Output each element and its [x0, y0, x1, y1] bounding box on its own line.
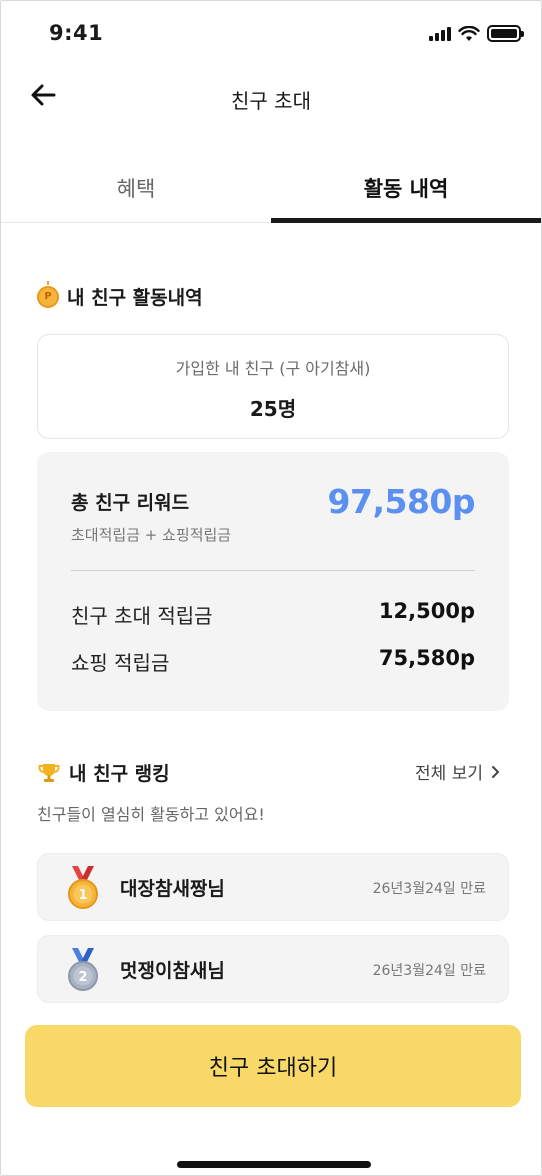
ranking-subtitle: 친구들이 열심히 활동하고 있어요!	[37, 805, 265, 824]
top-app-bar: 친구 초대	[1, 65, 541, 129]
home-indicator	[177, 1161, 371, 1168]
invite-reward-label: 친구 초대 적립금	[71, 604, 213, 628]
total-reward-value: 97,580p	[327, 482, 476, 521]
wifi-icon	[458, 25, 480, 41]
ranking-list-item[interactable]: 2 멋쟁이참새님 26년3월24일 만료	[37, 935, 509, 1003]
see-all-link[interactable]: 전체 보기	[415, 759, 501, 784]
invite-friends-button[interactable]: 친구 초대하기	[25, 1025, 521, 1107]
shopping-reward-label: 쇼핑 적립금	[71, 651, 170, 675]
total-reward-subtitle: 초대적립금 + 쇼핑적립금	[71, 526, 232, 544]
shopping-reward-value: 75,580p	[378, 646, 475, 670]
silver-medal-icon: 2	[68, 948, 98, 991]
activity-section-heading: P 내 친구 활동내역	[37, 283, 203, 310]
status-bar: 9:41	[1, 1, 541, 65]
rewards-card: 총 친구 리워드 초대적립금 + 쇼핑적립금 97,580p 친구 초대 적립금…	[37, 452, 509, 711]
ranking-heading-text: 내 친구 랭킹	[69, 763, 170, 785]
coin-icon: P	[37, 285, 59, 308]
battery-icon	[487, 25, 524, 42]
status-time: 9:41	[49, 21, 104, 45]
divider	[71, 570, 475, 571]
page-title: 친구 초대	[231, 89, 311, 113]
rank-number: 2	[78, 970, 87, 985]
status-icons	[429, 25, 524, 42]
joined-friends-count: 25명	[249, 397, 297, 421]
rank-number: 1	[78, 888, 87, 903]
joined-friends-label: 가입한 내 친구 (구 아기참새)	[175, 359, 371, 378]
rank-expiry: 26년3월24일 만료	[372, 963, 486, 979]
gold-medal-icon: 1	[68, 866, 98, 909]
activity-heading-text: 내 친구 활동내역	[67, 287, 203, 309]
invite-reward-value: 12,500p	[378, 599, 475, 623]
rank-name: 대장참새짱님	[120, 878, 225, 900]
tab-benefits[interactable]: 혜택	[1, 153, 271, 222]
see-all-label: 전체 보기	[415, 764, 483, 784]
app-frame: 9:41 친구 초대 혜택 활동 내역 P 내 친구 활동내역 가입한 내 친구…	[0, 0, 542, 1176]
ranking-section-heading: 내 친구 랭킹	[37, 759, 170, 786]
joined-friends-card: 가입한 내 친구 (구 아기참새) 25명	[37, 334, 509, 439]
tab-bar: 혜택 활동 내역	[1, 153, 541, 223]
tab-activity-history[interactable]: 활동 내역	[271, 153, 541, 223]
rank-name: 멋쟁이참새님	[120, 960, 225, 982]
chevron-right-icon	[492, 765, 499, 778]
trophy-icon	[38, 763, 60, 782]
ranking-list-item[interactable]: 1 대장참새짱님 26년3월24일 만료	[37, 853, 509, 921]
total-reward-label: 총 친구 리워드	[71, 492, 190, 514]
signal-icon	[429, 26, 451, 41]
rank-expiry: 26년3월24일 만료	[372, 881, 486, 897]
